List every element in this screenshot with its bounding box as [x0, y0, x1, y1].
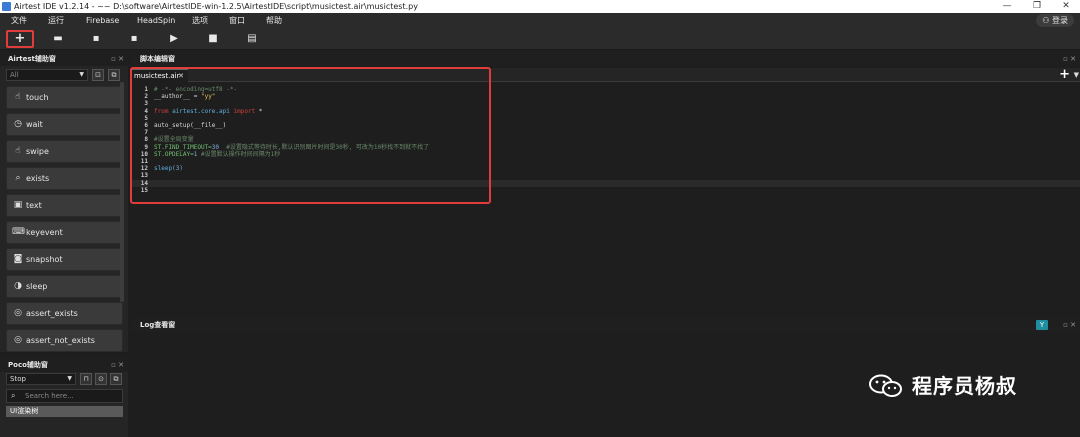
menu-options[interactable]: 选项: [192, 13, 208, 28]
add-tab-button[interactable]: +: [1059, 68, 1070, 81]
log-panel-title: Log查看窗: [130, 318, 1080, 332]
touch-icon: ☝: [15, 92, 21, 102]
search-placeholder: Search here...: [25, 392, 74, 400]
text-button[interactable]: ▣ text: [6, 194, 123, 217]
menu-help[interactable]: 帮助: [266, 13, 282, 28]
chevron-down-icon: ▼: [67, 375, 72, 382]
search-icon: ⌕: [15, 173, 21, 183]
minimize-button[interactable]: —: [993, 0, 1021, 13]
target-icon: ◎: [14, 308, 22, 318]
panel-float-close-icons[interactable]: ▫ ✕: [111, 358, 124, 372]
poco-panel-title: Poco辅助窗: [0, 358, 128, 372]
poco-mode-value: Stop: [10, 375, 26, 383]
menu-file[interactable]: 文件: [11, 13, 27, 28]
watermark: 程序员杨叔: [868, 372, 1068, 402]
editor-title: 脚本编辑窗: [130, 52, 1080, 66]
panel-float-close-icons[interactable]: ▫ ✕: [111, 52, 124, 66]
search-icon: ⌕: [11, 391, 16, 400]
sleep-label: sleep: [26, 282, 48, 291]
keyboard-icon: ⌨: [12, 227, 25, 237]
open-folder-icon[interactable]: ▬: [44, 30, 72, 48]
menu-headspin[interactable]: HeadSpin: [137, 13, 175, 28]
login-button[interactable]: ⚇ 登录: [1036, 14, 1074, 27]
sleep-button[interactable]: ◑ sleep: [6, 275, 123, 298]
camera-icon: ◙: [13, 254, 23, 264]
panel-float-close-icons[interactable]: ▫ ✕: [1063, 52, 1076, 66]
poco-mode-select[interactable]: Stop ▼: [6, 373, 76, 385]
swipe-icon: ☝: [15, 146, 21, 156]
run-icon[interactable]: ▶: [160, 30, 188, 48]
keyevent-label: keyevent: [26, 228, 63, 237]
record-icon[interactable]: ⊡: [92, 69, 104, 81]
exists-button[interactable]: ⌕ exists: [6, 167, 123, 190]
airtest-helper-panel: Airtest辅助窗 ▫ ✕ All ▼ ⊡ ⧉ ☝ touch ◷ wait ☝ s…: [0, 52, 128, 352]
api-filter-select[interactable]: All ▼: [6, 69, 88, 81]
assert-not-exists-label: assert_not_exists: [26, 336, 95, 345]
new-script-button[interactable]: +: [6, 30, 34, 48]
assert-not-exists-button[interactable]: ◎ assert_not_exists: [6, 329, 123, 352]
snapshot-label: snapshot: [26, 255, 63, 264]
text-icon: ▣: [13, 200, 23, 210]
code-highlight-box: [130, 67, 491, 204]
moon-icon: ◑: [14, 281, 22, 291]
filter-value: All: [10, 71, 19, 79]
airtest-panel-scrollbar[interactable]: [120, 82, 124, 302]
wechat-icon: [869, 374, 902, 397]
assert-exists-label: assert_exists: [26, 309, 78, 318]
stop-icon[interactable]: ■: [199, 30, 227, 48]
ui-tree-root[interactable]: UI渲染树: [6, 406, 123, 417]
title-bar: Airtest IDE v1.2.14 - ~~ D:\software\Air…: [0, 0, 1080, 13]
save-as-icon[interactable]: ▪: [120, 30, 148, 48]
login-label: 登录: [1052, 16, 1068, 25]
poco-search-input[interactable]: ⌕ Search here...: [6, 389, 123, 403]
assert-exists-button[interactable]: ◎ assert_exists: [6, 302, 123, 325]
keyevent-button[interactable]: ⌨ keyevent: [6, 221, 123, 244]
airtest-panel-title: Airtest辅助窗: [0, 52, 128, 66]
menu-window[interactable]: 窗口: [229, 13, 245, 28]
target-icon: ◎: [14, 335, 22, 345]
user-icon: ⚇: [1042, 16, 1050, 25]
panel-float-close-icons[interactable]: ▫ ✕: [1063, 318, 1076, 332]
wait-label: wait: [26, 120, 43, 129]
wait-button[interactable]: ◷ wait: [6, 113, 123, 136]
snapshot-button[interactable]: ◙ snapshot: [6, 248, 123, 271]
menu-run[interactable]: 运行: [48, 13, 64, 28]
report-icon[interactable]: ▤: [238, 30, 266, 48]
record-icon[interactable]: ⊙: [95, 373, 107, 385]
chevron-down-icon[interactable]: ▼: [1074, 71, 1079, 79]
menu-bar: 文件 运行 Firebase HeadSpin 选项 窗口 帮助 ⚇ 登录: [0, 13, 1080, 28]
capture-icon[interactable]: ⧉: [110, 373, 122, 385]
text-label: text: [26, 201, 42, 210]
toolbar: + ▬ ▪ ▪ ▶ ■ ▤: [0, 28, 1080, 50]
filter-icon[interactable]: Y: [1036, 320, 1048, 330]
swipe-label: swipe: [26, 147, 49, 156]
save-icon[interactable]: ▪: [82, 30, 110, 48]
lock-icon[interactable]: ⊓: [80, 373, 92, 385]
close-button[interactable]: ✕: [1052, 0, 1080, 13]
touch-label: touch: [26, 93, 49, 102]
menu-firebase[interactable]: Firebase: [86, 13, 119, 28]
capture-icon[interactable]: ⧉: [108, 69, 120, 81]
poco-helper-panel: Poco辅助窗 ▫ ✕ Stop ▼ ⊓ ⊙ ⧉ ⌕ Search here..…: [0, 358, 128, 437]
clock-icon: ◷: [14, 119, 22, 129]
watermark-text: 程序员杨叔: [912, 374, 1017, 398]
maximize-button[interactable]: ❐: [1023, 0, 1051, 13]
swipe-button[interactable]: ☝ swipe: [6, 140, 123, 163]
exists-label: exists: [26, 174, 50, 183]
app-icon: [2, 2, 11, 11]
window-title: Airtest IDE v1.2.14 - ~~ D:\software\Air…: [14, 2, 418, 11]
touch-button[interactable]: ☝ touch: [6, 86, 123, 109]
chevron-down-icon: ▼: [79, 71, 84, 78]
